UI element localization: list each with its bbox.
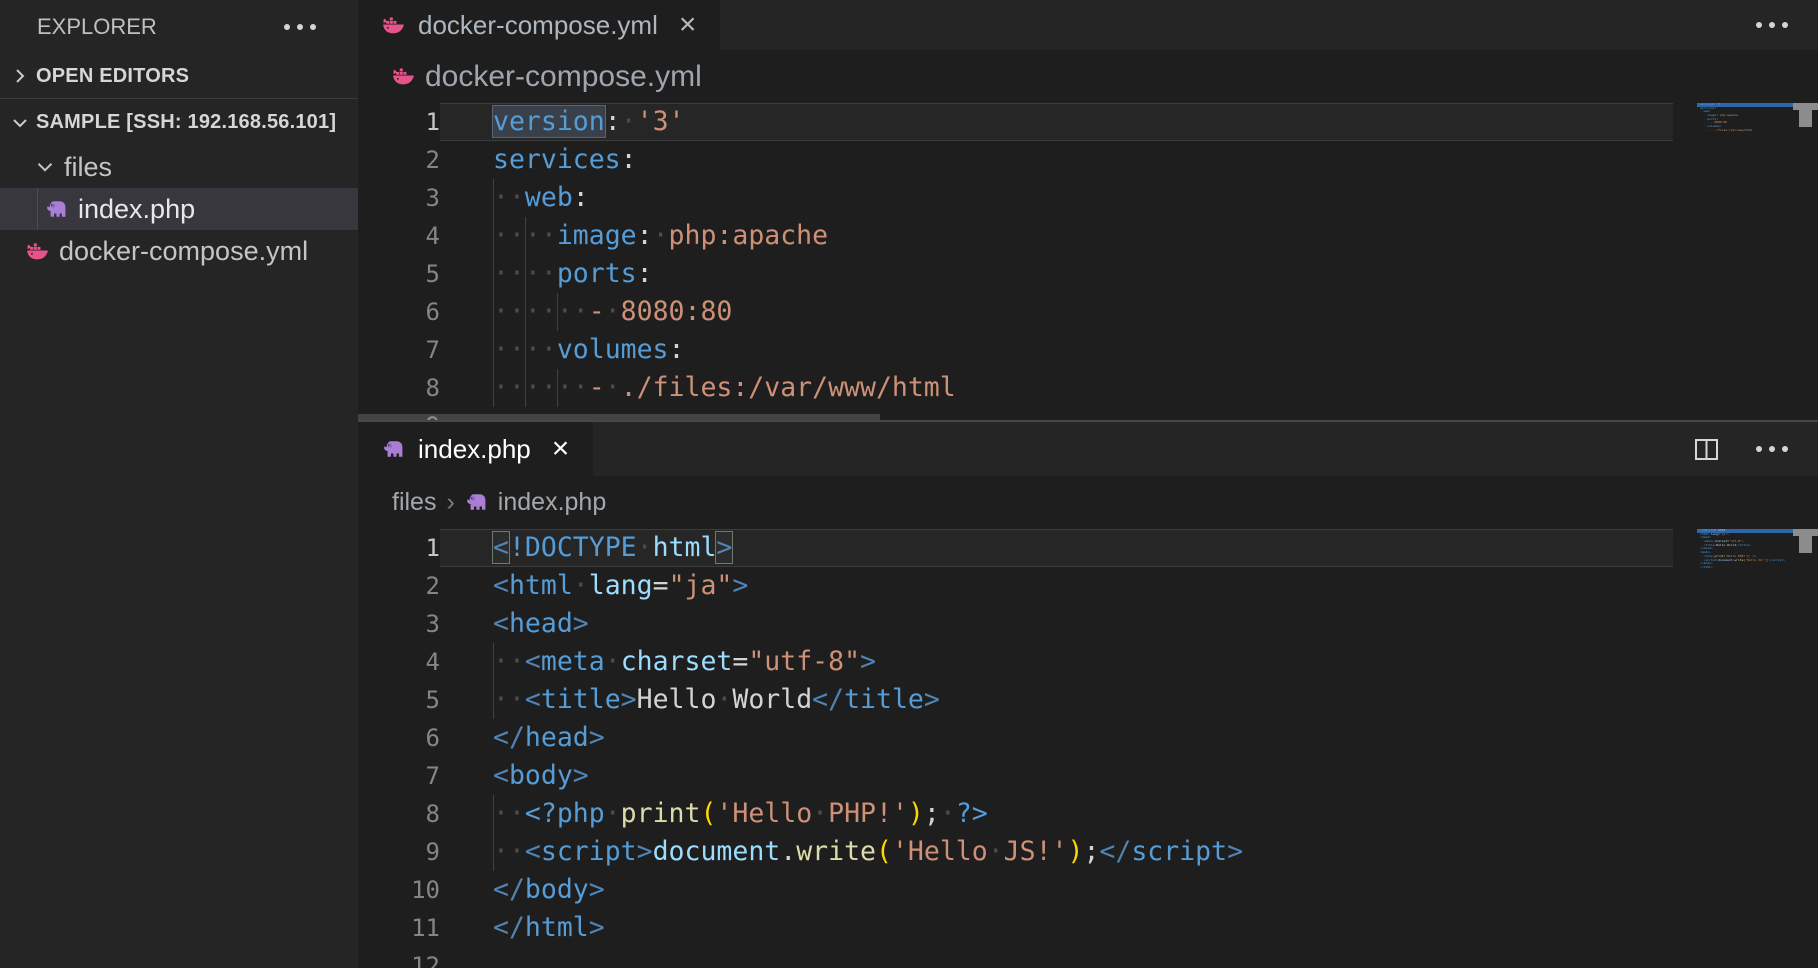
line-number[interactable]: 2 — [358, 567, 440, 605]
workspace-section[interactable]: SAMPLE [SSH: 192.168.56.101] — [0, 98, 358, 146]
vscode-window: EXPLORER OPEN EDITORS SAMPLE [SSH: 192.1… — [0, 0, 1818, 968]
tree-item-label: files — [64, 152, 112, 183]
code-line[interactable]: 11</html> — [358, 909, 1673, 947]
breadcrumb-label: files — [392, 488, 436, 517]
code-line[interactable]: 3<head> — [358, 605, 1673, 643]
code-line[interactable]: 8······-·./files:/var/www/html — [358, 369, 1673, 407]
explorer-more-actions-icon[interactable] — [284, 24, 316, 30]
line-number[interactable]: 8 — [358, 369, 440, 407]
chevron-down-icon — [8, 111, 32, 135]
code-line[interactable]: 3··web: — [358, 179, 1673, 217]
open-editors-section[interactable]: OPEN EDITORS — [0, 54, 358, 98]
line-number[interactable]: 7 — [358, 757, 440, 795]
chevron-down-icon — [32, 154, 58, 180]
explorer-sidebar: EXPLORER OPEN EDITORS SAMPLE [SSH: 192.1… — [0, 0, 358, 968]
minimap[interactable]: version:·'3'services:··web:····image:·ph… — [1697, 103, 1793, 133]
tree-item-label: index.php — [78, 194, 195, 225]
code-lines[interactable]: 1version:·'3'2services:3··web:4····image… — [358, 103, 1673, 420]
code-line[interactable]: 12 — [358, 947, 1673, 968]
line-number[interactable]: 1 — [358, 529, 440, 567]
code-line[interactable]: 5··<title>Hello·World</title> — [358, 681, 1673, 719]
line-number[interactable]: 6 — [358, 719, 440, 757]
tab-label: docker-compose.yml — [418, 10, 658, 41]
tree-indent-guide — [37, 188, 38, 230]
code-line[interactable]: 7<body> — [358, 757, 1673, 795]
code-line[interactable]: 5····ports: — [358, 255, 1673, 293]
breadcrumb-label: index.php — [498, 488, 606, 517]
scrollbar-cap[interactable] — [1793, 103, 1818, 110]
explorer-title: EXPLORER — [37, 14, 157, 40]
line-number[interactable]: 4 — [358, 217, 440, 255]
code-line[interactable]: 1version:·'3' — [358, 103, 1673, 141]
docker-whale-icon — [392, 65, 415, 88]
breadcrumb-separator: › — [446, 488, 454, 517]
line-number[interactable]: 9 — [358, 833, 440, 871]
breadcrumb: files › index.php — [358, 476, 1818, 529]
line-number[interactable]: 8 — [358, 795, 440, 833]
code-lines[interactable]: 1<!DOCTYPE·html>2<html·lang="ja">3<head>… — [358, 529, 1673, 968]
php-elephant-icon — [382, 438, 405, 461]
editor-group-top: docker-compose.yml × docker-compose.yml … — [358, 0, 1818, 422]
tab-label: index.php — [418, 434, 531, 465]
code-line[interactable]: 7····volumes: — [358, 331, 1673, 369]
tree-item-label: docker-compose.yml — [59, 236, 308, 267]
tab-bar: index.php × — [358, 422, 1818, 476]
code-line[interactable]: 9··<script>document.write('Hello·JS!');<… — [358, 833, 1673, 871]
line-number[interactable]: 5 — [358, 255, 440, 293]
php-elephant-icon — [465, 491, 488, 514]
php-elephant-icon — [45, 198, 68, 221]
code-line[interactable]: 6······-·8080:80 — [358, 293, 1673, 331]
docker-whale-icon — [26, 240, 49, 263]
split-editor-icon[interactable] — [1693, 437, 1720, 462]
editor-more-actions-icon[interactable] — [1756, 22, 1788, 28]
close-icon[interactable]: × — [679, 10, 697, 40]
code-area: 1version:·'3'2services:3··web:4····image… — [358, 103, 1818, 420]
line-number[interactable]: 6 — [358, 293, 440, 331]
editor-area: docker-compose.yml × docker-compose.yml … — [358, 0, 1818, 968]
breadcrumb-item-files[interactable]: files — [392, 488, 436, 517]
line-number[interactable]: 7 — [358, 331, 440, 369]
vertical-scrollbar[interactable] — [1799, 110, 1812, 127]
code-line[interactable]: 6</head> — [358, 719, 1673, 757]
breadcrumb-label: docker-compose.yml — [425, 60, 702, 94]
line-number[interactable]: 4 — [358, 643, 440, 681]
code-line[interactable]: 2<html·lang="ja"> — [358, 567, 1673, 605]
vertical-scrollbar[interactable] — [1799, 536, 1812, 553]
breadcrumb-item-index-php[interactable]: index.php — [465, 488, 606, 517]
editor-more-actions-icon[interactable] — [1756, 446, 1788, 452]
scrollbar-cap[interactable] — [1793, 529, 1818, 536]
tab-bar: docker-compose.yml × — [358, 0, 1818, 50]
tree-item-docker-compose[interactable]: docker-compose.yml — [0, 230, 358, 272]
line-number[interactable]: 10 — [358, 871, 440, 909]
breadcrumb: docker-compose.yml — [358, 50, 1818, 103]
line-number[interactable]: 1 — [358, 103, 440, 141]
workspace-label: SAMPLE [SSH: 192.168.56.101] — [36, 111, 336, 134]
tab-index-php[interactable]: index.php × — [358, 422, 593, 476]
minimap[interactable]: <!DOCTYPE·html><html·lang="ja"><head>··<… — [1697, 529, 1793, 570]
tree-item-index-php[interactable]: index.php — [0, 188, 358, 230]
breadcrumb-item-docker-compose[interactable]: docker-compose.yml — [392, 60, 702, 94]
line-number[interactable]: 12 — [358, 947, 440, 968]
line-number[interactable]: 5 — [358, 681, 440, 719]
code-line[interactable]: 4··<meta·charset="utf-8"> — [358, 643, 1673, 681]
open-editors-label: OPEN EDITORS — [36, 65, 189, 88]
code-area: 1<!DOCTYPE·html>2<html·lang="ja">3<head>… — [358, 529, 1818, 968]
code-line[interactable]: 10</body> — [358, 871, 1673, 909]
code-line[interactable]: 2services: — [358, 141, 1673, 179]
line-number[interactable]: 2 — [358, 141, 440, 179]
tab-docker-compose[interactable]: docker-compose.yml × — [358, 0, 720, 50]
line-number[interactable]: 11 — [358, 909, 440, 947]
code-line[interactable]: 1<!DOCTYPE·html> — [358, 529, 1673, 567]
tree-item-files[interactable]: files — [0, 146, 358, 188]
horizontal-scrollbar[interactable] — [358, 414, 880, 420]
chevron-right-icon — [8, 64, 32, 88]
code-line[interactable]: 8··<?php·print('Hello·PHP!');·?> — [358, 795, 1673, 833]
code-line[interactable]: 4····image:·php:apache — [358, 217, 1673, 255]
docker-whale-icon — [382, 14, 405, 37]
editor-group-bottom: index.php × files › index.php — [358, 422, 1818, 968]
line-number[interactable]: 3 — [358, 605, 440, 643]
line-number[interactable]: 3 — [358, 179, 440, 217]
close-icon[interactable]: × — [552, 434, 570, 464]
